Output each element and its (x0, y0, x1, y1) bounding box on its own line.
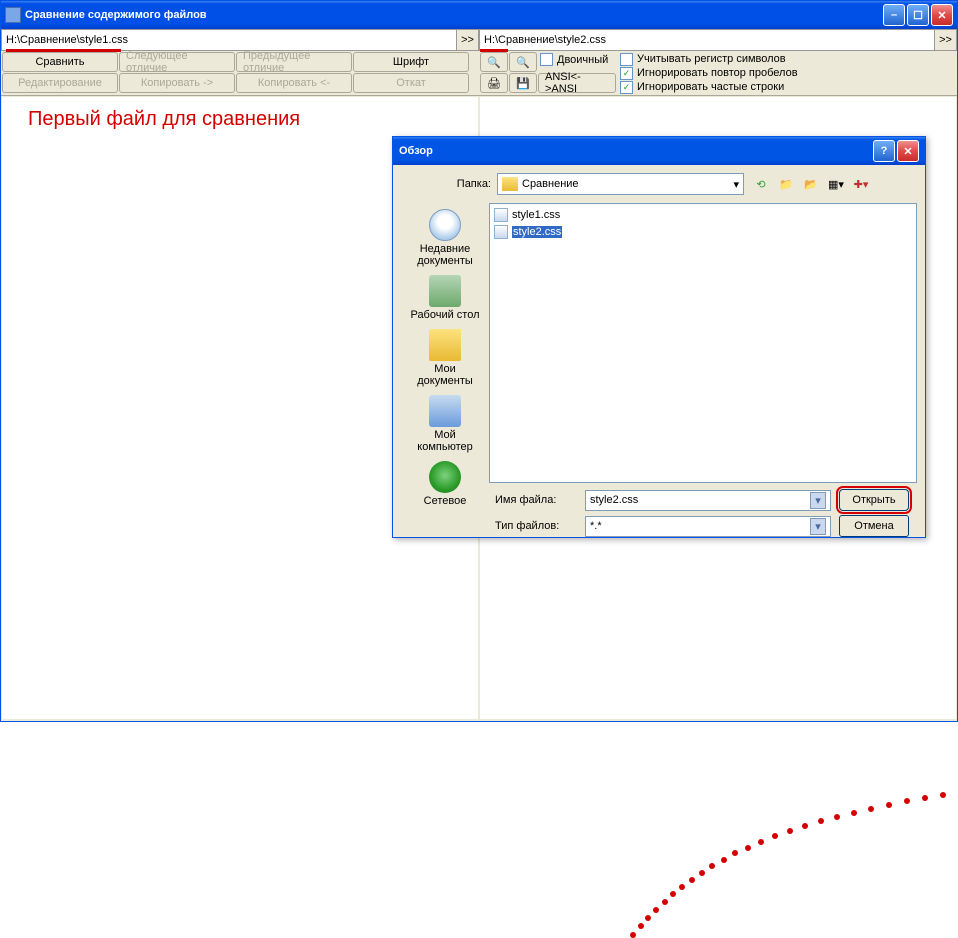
chevron-down-icon: ▾ (733, 178, 739, 191)
dialog-title: Обзор (399, 145, 873, 157)
places-bar: Недавние документы Рабочий стол Мои доку… (401, 203, 489, 483)
place-computer[interactable]: Мой компьютер (403, 393, 487, 455)
chevron-down-icon: ▾ (810, 492, 826, 509)
case-label: Учитывать регистр символов (637, 53, 786, 65)
copy-left-button[interactable]: Копировать <- (236, 73, 352, 93)
prev-diff-button[interactable]: Предыдущее отличие (236, 52, 352, 72)
toolbar: Сравнить Следующее отличие Предыдущее от… (1, 51, 957, 96)
ansi-button[interactable]: ANSI<->ANSI (538, 73, 616, 93)
plus-icon[interactable]: ✚▾ (850, 173, 872, 195)
desktop-icon (429, 275, 461, 307)
folder-icon (502, 177, 518, 191)
next-diff-button[interactable]: Следующее отличие (119, 52, 235, 72)
find-next-icon[interactable]: 🔍 (509, 52, 537, 72)
spaces-label: Игнорировать повтор пробелов (637, 67, 798, 79)
main-titlebar: Сравнение содержимого файлов – ☐ ✕ (1, 1, 957, 29)
binary-label: Двоичный (557, 54, 608, 66)
app-icon (5, 7, 21, 23)
place-network[interactable]: Сетевое (403, 459, 487, 509)
network-icon (429, 461, 461, 493)
dialog-close-button[interactable]: ✕ (897, 140, 919, 162)
folder-label: Папка: (451, 178, 491, 190)
save-icon[interactable]: 💾 (509, 73, 537, 93)
dialog-titlebar: Обзор ? ✕ (393, 137, 925, 165)
place-recent[interactable]: Недавние документы (403, 207, 487, 269)
open-dialog: Обзор ? ✕ Папка: Сравнение ▾ ⟲ 📁 📂 ▦▾ ✚▾ (392, 136, 926, 538)
edit-button[interactable]: Редактирование (2, 73, 118, 93)
chevron-down-icon: ▾ (810, 518, 826, 535)
documents-icon (429, 329, 461, 361)
filename-combo[interactable]: style2.css ▾ (585, 490, 831, 511)
find-icon[interactable]: 🔍 (480, 52, 508, 72)
copy-right-button[interactable]: Копировать -> (119, 73, 235, 93)
compare-button[interactable]: Сравнить (2, 52, 118, 72)
spaces-checkbox[interactable]: ✓ (620, 67, 633, 80)
file-item[interactable]: style1.css (492, 206, 914, 223)
highlight-right (480, 49, 508, 52)
close-button[interactable]: ✕ (931, 4, 953, 26)
file-icon (494, 225, 508, 239)
place-docs[interactable]: Мои документы (403, 327, 487, 389)
highlight-left (6, 49, 121, 52)
file-item[interactable]: style2.css (492, 223, 914, 240)
path-right-input[interactable] (480, 30, 934, 50)
up-icon[interactable]: 📁 (775, 173, 797, 195)
window-title: Сравнение содержимого файлов (25, 9, 883, 21)
folder-combo[interactable]: Сравнение ▾ (497, 173, 744, 195)
filetype-label: Тип файлов: (495, 520, 577, 532)
minimize-button[interactable]: – (883, 4, 905, 26)
font-button[interactable]: Шрифт (353, 52, 469, 72)
new-folder-icon[interactable]: 📂 (800, 173, 822, 195)
browse-right-button[interactable]: >> (934, 30, 956, 50)
file-icon (494, 208, 508, 222)
print-icon[interactable]: 🖨 (480, 73, 508, 93)
path-row: >> >> (1, 29, 957, 51)
path-left-container: >> (1, 29, 479, 51)
freq-label: Игнорировать частые строки (637, 81, 784, 93)
filename-label: Имя файла: (495, 494, 577, 506)
view-icon[interactable]: ▦▾ (825, 173, 847, 195)
freq-checkbox[interactable]: ✓ (620, 81, 633, 94)
recent-icon (429, 209, 461, 241)
browse-left-button[interactable]: >> (456, 30, 478, 50)
cancel-button[interactable]: Отмена (839, 515, 909, 537)
back-icon[interactable]: ⟲ (750, 173, 772, 195)
maximize-button[interactable]: ☐ (907, 4, 929, 26)
computer-icon (429, 395, 461, 427)
filetype-combo[interactable]: *.* ▾ (585, 516, 831, 537)
path-left-input[interactable] (2, 30, 456, 50)
binary-checkbox[interactable] (540, 53, 553, 66)
place-desktop[interactable]: Рабочий стол (403, 273, 487, 323)
file-list[interactable]: style1.css style2.css (489, 203, 917, 483)
path-right-container: >> (479, 29, 957, 51)
rollback-button[interactable]: Откат (353, 73, 469, 93)
open-button[interactable]: Открыть (839, 489, 909, 511)
folder-value: Сравнение (522, 178, 579, 190)
dialog-help-button[interactable]: ? (873, 140, 895, 162)
annotation-first-file: Первый файл для сравнения (28, 108, 300, 131)
case-checkbox[interactable] (620, 53, 633, 66)
